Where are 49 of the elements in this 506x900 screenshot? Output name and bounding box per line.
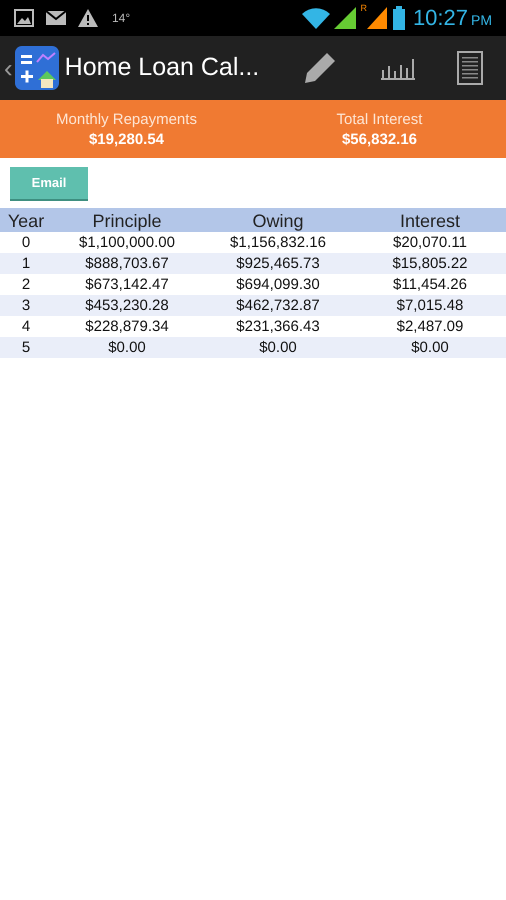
warning-icon	[78, 9, 98, 27]
table-cell-text: $888,703.67	[84, 254, 170, 274]
signal-icon	[366, 7, 387, 29]
app-title: Home Loan Cal...	[64, 52, 260, 84]
clock: 10:27	[412, 7, 468, 29]
table-cell-text: $7,015.48	[396, 296, 464, 316]
summary-label: Monthly Repayments	[56, 110, 197, 130]
table-cell-text: 4	[20, 317, 32, 337]
table-cell-text: $20,070.11	[392, 233, 468, 253]
table-cell-text: $0.00	[258, 338, 298, 358]
summary-value: $56,832.16	[342, 130, 418, 150]
table-cell-text: $453,230.28	[84, 296, 170, 316]
table-cell-text: 2	[20, 275, 32, 295]
table-cell-text: $673,142.47	[84, 275, 170, 295]
clock-period: PM	[471, 10, 492, 30]
roaming-indicator: R	[360, 2, 367, 15]
mail-icon	[46, 11, 66, 25]
table-cell-text: $15,805.22	[391, 254, 469, 274]
back-button[interactable]: ‹	[4, 55, 13, 81]
app-icon	[14, 46, 59, 90]
table-cell-text: $11,454.26	[392, 275, 468, 295]
table-cell-text: $925,465.73	[235, 254, 321, 274]
table-cell-text: $231,366.43	[235, 317, 321, 337]
table-cell-text: $1,100,000.00	[78, 233, 176, 253]
signal-icon	[334, 7, 356, 29]
battery-icon	[392, 6, 405, 30]
column-header: Principle	[91, 210, 163, 233]
table-cell-text: $0.00	[107, 338, 147, 358]
column-header: Owing	[251, 210, 305, 233]
table-cell-text: $228,879.34	[84, 317, 170, 337]
temperature: 14°	[112, 10, 130, 27]
table-cell-text: $462,732.87	[235, 296, 321, 316]
table-cell-text: 3	[20, 296, 32, 316]
column-header: Interest	[398, 210, 462, 233]
picture-icon	[14, 9, 34, 27]
summary-value: $19,280.54	[88, 130, 164, 150]
summary-label: Total Interest	[336, 110, 422, 130]
document-icon	[457, 51, 483, 85]
wifi-icon	[302, 7, 330, 29]
table-cell-text: 1	[20, 254, 32, 274]
table-cell-text: 0	[20, 233, 32, 253]
column-header: Year	[6, 210, 46, 233]
table-cell-text: $694,099.30	[235, 275, 321, 295]
table-cell-text: $1,156,832.16	[229, 233, 327, 253]
table-cell-text: $2,487.09	[396, 317, 464, 337]
table-cell-text: $0.00	[410, 338, 450, 358]
pencil-icon	[303, 51, 337, 85]
bar-chart-icon	[381, 56, 415, 80]
table-cell-text: 5	[20, 338, 32, 358]
